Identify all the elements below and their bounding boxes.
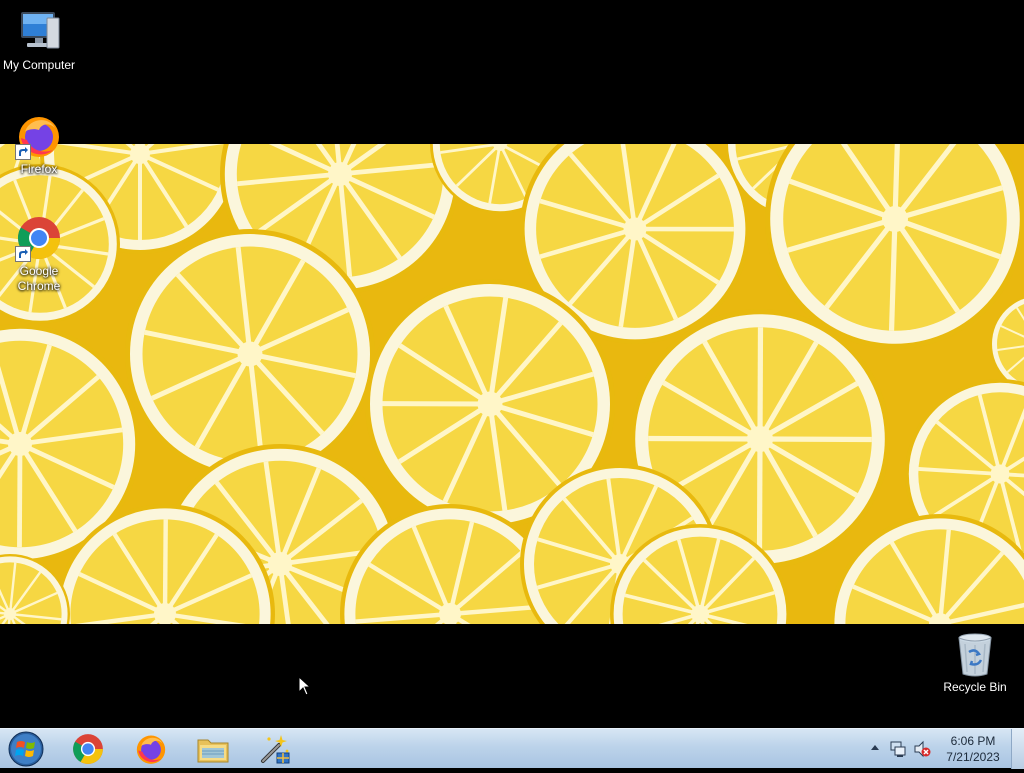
desktop: My Computer Firefox bbox=[0, 0, 1024, 728]
wallpaper-lemon-slices bbox=[0, 144, 1024, 624]
windows-logo-icon bbox=[6, 730, 46, 768]
desktop-icon-label: Google Chrome bbox=[9, 264, 69, 294]
lemon-wallpaper-image bbox=[0, 144, 1024, 624]
firefox-icon bbox=[134, 732, 168, 766]
recycle-bin-desktop-icon[interactable]: Recycle Bin bbox=[936, 630, 1014, 695]
chrome-icon bbox=[15, 214, 63, 262]
clock-date: 7/21/2023 bbox=[934, 749, 1012, 765]
network-icon[interactable] bbox=[889, 740, 907, 758]
volume-muted-icon[interactable] bbox=[913, 740, 931, 758]
show-hidden-icons-arrow-icon[interactable] bbox=[869, 739, 881, 757]
lemon-slice bbox=[125, 229, 375, 479]
chrome-icon bbox=[71, 732, 105, 766]
taskbar: 6:06 PM 7/21/2023 bbox=[0, 728, 1024, 768]
mouse-cursor-icon bbox=[298, 676, 312, 696]
firefox-desktop-icon[interactable]: Firefox bbox=[0, 112, 78, 177]
shortcut-arrow-icon bbox=[15, 144, 31, 160]
start-button[interactable] bbox=[6, 730, 46, 768]
shortcut-arrow-icon bbox=[15, 246, 31, 262]
recycle-bin-icon bbox=[951, 630, 999, 678]
show-desktop-button[interactable] bbox=[1011, 729, 1024, 769]
desktop-icon-label: Recycle Bin bbox=[936, 680, 1014, 695]
taskbar-chrome-button[interactable] bbox=[61, 730, 115, 768]
computer-icon bbox=[15, 8, 63, 56]
clock-time: 6:06 PM bbox=[934, 733, 1012, 749]
setup-wizard-icon bbox=[259, 733, 291, 765]
taskbar-firefox-button[interactable] bbox=[124, 730, 178, 768]
desktop-icon-label: Firefox bbox=[0, 162, 78, 177]
taskbar-setup-wizard-button[interactable] bbox=[248, 730, 302, 768]
firefox-icon bbox=[15, 112, 63, 160]
taskbar-file-explorer-button[interactable] bbox=[186, 730, 240, 768]
lemon-slice bbox=[990, 294, 1024, 394]
lemon-slice bbox=[0, 554, 70, 624]
desktop-icon-label: My Computer bbox=[0, 58, 78, 73]
system-clock[interactable]: 6:06 PM 7/21/2023 bbox=[934, 733, 1012, 765]
file-explorer-icon bbox=[196, 734, 230, 764]
lemon-slice bbox=[830, 514, 1024, 624]
google-chrome-desktop-icon[interactable]: Google Chrome bbox=[0, 214, 78, 294]
my-computer-desktop-icon[interactable]: My Computer bbox=[0, 8, 78, 73]
